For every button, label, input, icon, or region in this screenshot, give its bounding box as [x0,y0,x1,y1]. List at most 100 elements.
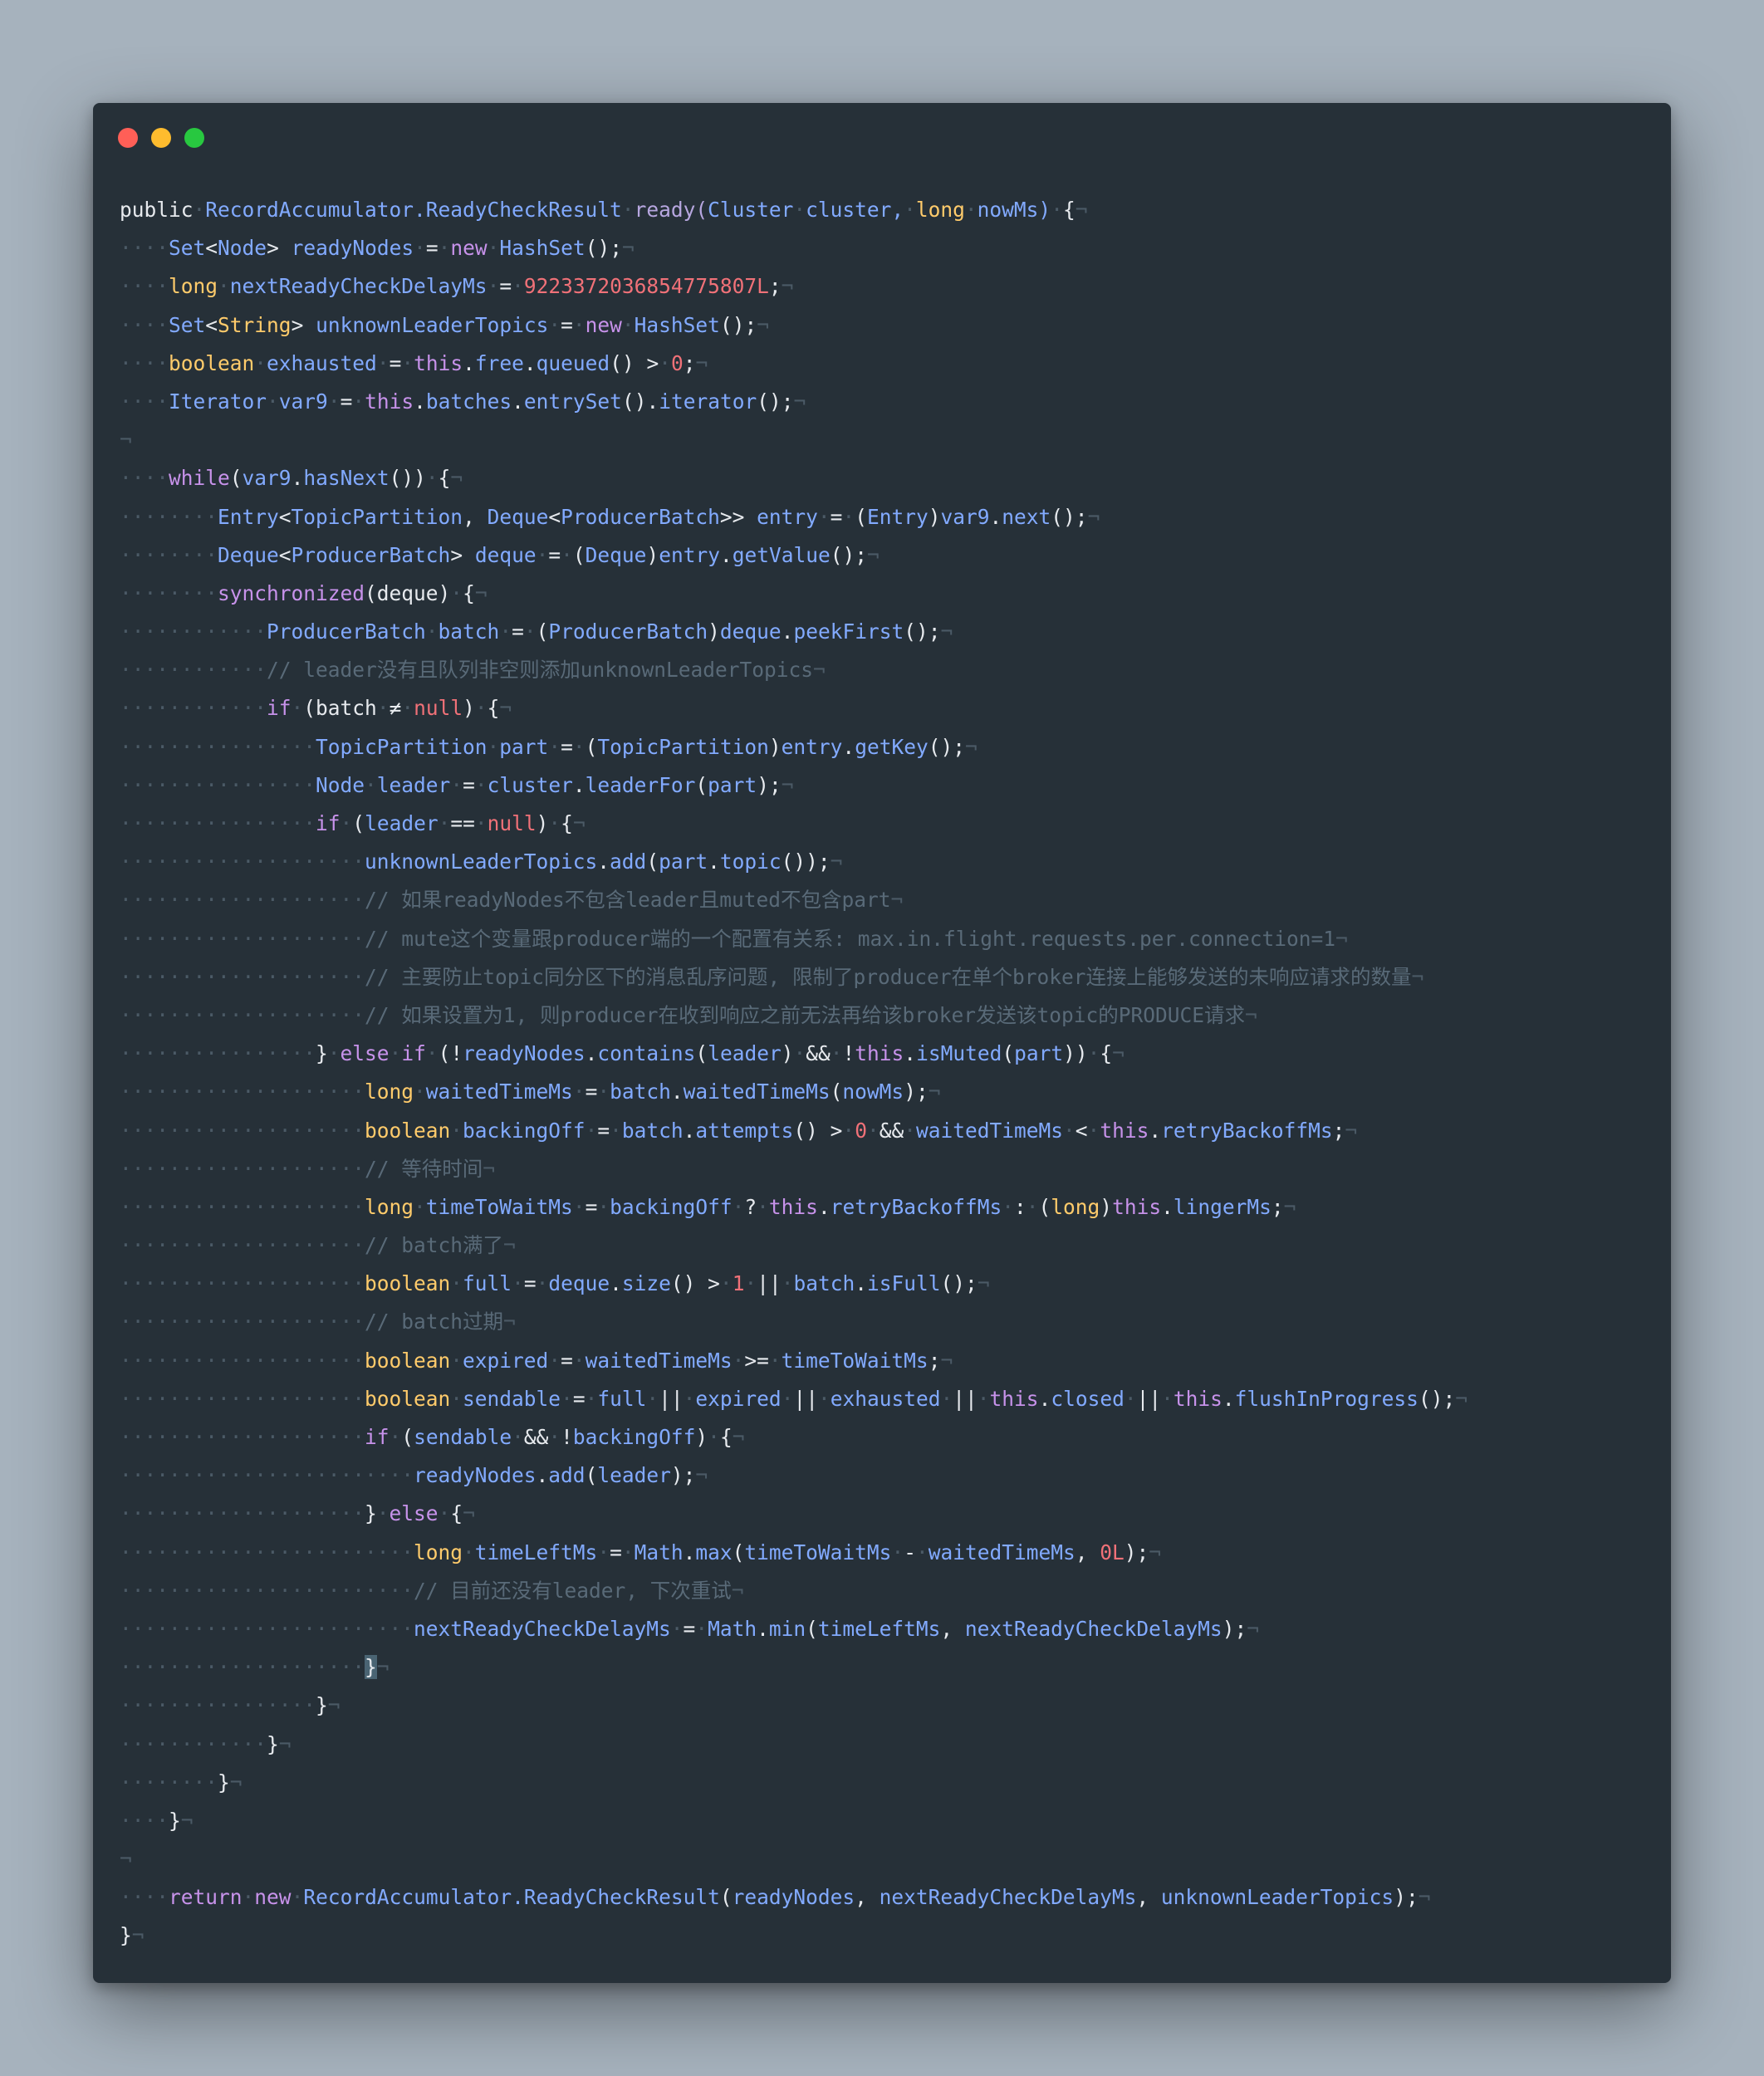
code-token: = [561,734,573,759]
code-token: boolean [169,350,255,375]
code-line[interactable]: ············ProducerBatch·batch·=·(Produ… [120,613,1654,651]
minimize-button[interactable] [151,128,171,148]
code-line[interactable]: ····················// batch满了¬ [120,1227,1654,1265]
whitespace-marker: · [670,1616,684,1641]
whitespace-marker: · [781,1386,794,1411]
code-line[interactable]: ····················// 如果readyNodes不包含le… [120,881,1654,919]
code-token: (); [757,389,794,414]
whitespace-marker: ············ [120,1731,267,1756]
code-comment: // 如果readyNodes不包含leader且muted不包含part [365,888,891,913]
code-line[interactable]: ········synchronized(deque)·{¬ [120,575,1654,613]
code-line[interactable]: ····················boolean·expired·=·wa… [120,1342,1654,1380]
whitespace-marker: · [376,1501,390,1526]
code-line[interactable]: ········}¬ [120,1764,1654,1802]
code-comment: // batch满了 [365,1233,504,1258]
code-line[interactable]: ····Set<Node> readyNodes·=·new·HashSet()… [120,229,1654,267]
code-line[interactable]: ············}¬ [120,1726,1654,1764]
code-line[interactable]: ····long·nextReadyCheckDelayMs·=·9223372… [120,267,1654,306]
code-line[interactable]: ················}¬ [120,1687,1654,1725]
whitespace-marker: · [414,1080,426,1104]
code-line[interactable]: ····················// 主要防止topic同分区下的消息乱… [120,958,1654,996]
code-token: ProducerBatch [267,619,426,644]
code-token: full [463,1271,512,1296]
code-token: expired [463,1348,549,1373]
code-token: = [585,1080,598,1104]
code-line[interactable]: ····················boolean·full·=·deque… [120,1265,1654,1303]
code-line[interactable]: ············if·(batch·≠·null)·{¬ [120,689,1654,727]
code-token: backingOff [463,1118,586,1143]
code-line[interactable]: ····boolean·exhausted·=·this.free.queued… [120,345,1654,383]
code-line[interactable]: ················}·else·if·(!readyNodes.c… [120,1035,1654,1073]
code-line[interactable]: ························long·timeLeftMs·… [120,1534,1654,1572]
code-line[interactable]: ····while(var9.hasNext())·{¬ [120,459,1654,497]
code-line[interactable]: ····················// 等待时间¬ [120,1150,1654,1188]
code-line[interactable]: ····return·new·RecordAccumulator.ReadyCh… [120,1878,1654,1917]
whitespace-marker: ···················· [120,1156,365,1181]
code-token: Node [218,236,267,261]
code-line[interactable]: ····}¬ [120,1802,1654,1840]
whitespace-marker: ········ [120,504,218,529]
code-line[interactable]: ················TopicPartition·part·=·(T… [120,728,1654,766]
code-line[interactable]: }¬ [120,1917,1654,1955]
code-line[interactable]: ························// 目前还没有leader, … [120,1572,1654,1610]
code-token: Deque [585,542,647,567]
code-line[interactable]: ····················}¬ [120,1648,1654,1687]
whitespace-marker: · [585,1386,598,1411]
line-end-marker: ¬ [940,619,953,644]
code-line[interactable]: ····················// mute这个变量跟producer… [120,920,1654,958]
code-line[interactable]: public·RecordAccumulator.ReadyCheckResul… [120,191,1654,229]
code-token: closed [1051,1386,1125,1411]
code-token: while [169,466,230,491]
whitespace-marker: · [904,1118,916,1143]
code-line[interactable]: ····················boolean·backingOff·=… [120,1112,1654,1150]
code-token: )) [1063,1041,1088,1066]
close-button[interactable] [118,128,138,148]
code-token: ; [1332,1118,1345,1143]
code-line[interactable]: ····Set<String> unknownLeaderTopics·=·ne… [120,306,1654,345]
whitespace-marker: · [842,1118,855,1143]
whitespace-marker: ···················· [120,1348,365,1373]
code-token: String [218,312,292,337]
code-token: deque [548,1271,610,1296]
code-line[interactable]: ························readyNodes.add(l… [120,1457,1654,1495]
code-line[interactable]: ························nextReadyCheckDe… [120,1610,1654,1648]
code-line[interactable]: ········Deque<ProducerBatch> deque·=·(De… [120,536,1654,575]
whitespace-marker: · [940,1386,953,1411]
code-line[interactable]: ····················}·else·{¬ [120,1495,1654,1533]
code-token: nextReadyCheckDelayMs [964,1616,1223,1641]
line-end-marker: ¬ [503,1310,516,1334]
code-line[interactable]: ····················unknownLeaderTopics.… [120,843,1654,881]
code-token: { [487,696,500,721]
code-line[interactable]: ¬ [120,1840,1654,1878]
code-line[interactable]: ····················// batch过期¬ [120,1303,1654,1341]
code-line[interactable]: ············// leader没有且队列非空则添加unknownLe… [120,651,1654,689]
code-line[interactable]: ····················if·(sendable·&&·!bac… [120,1418,1654,1457]
code-token: { [450,1501,463,1526]
maximize-button[interactable] [184,128,204,148]
code-token: . [855,1271,868,1296]
code-editor[interactable]: public · RecordAccumulator.ReadyCheckResul… [120,191,1654,1956]
code-token: >= [744,1348,769,1373]
whitespace-marker: · [218,274,230,299]
line-end-marker: ¬ [1418,1885,1431,1910]
line-end-marker: ¬ [757,312,769,337]
whitespace-marker: · [621,198,635,222]
code-token: var9 [278,389,328,414]
code-line[interactable]: ····················long·timeToWaitMs·=·… [120,1188,1654,1227]
code-line[interactable]: ····Iterator·var9·=·this.batches.entrySe… [120,383,1654,421]
code-line[interactable]: ················Node·leader·=·cluster.le… [120,766,1654,805]
code-line[interactable]: ················if·(leader·==·null)·{¬ [120,805,1654,843]
code-token: this [1100,1118,1149,1143]
code-line[interactable]: ¬ [120,421,1654,459]
code-line[interactable]: ····················boolean·sendable·=·f… [120,1380,1654,1418]
code-line[interactable]: ····················long·waitedTimeMs·=·… [120,1073,1654,1111]
code-line[interactable]: ····················// 如果设置为1, 则producer… [120,996,1654,1035]
code-comment: // leader没有且队列非空则添加unknownLeaderTopics [267,658,814,683]
code-line[interactable]: ········Entry<TopicPartition, Deque<Prod… [120,498,1654,536]
code-token: ); [757,772,782,797]
code-token: Math [708,1616,757,1641]
code-comment: // 目前还没有leader, 下次重试 [414,1578,732,1603]
code-token: boolean [365,1118,451,1143]
code-token: = [610,1540,622,1564]
whitespace-marker: ················ [120,1693,316,1718]
